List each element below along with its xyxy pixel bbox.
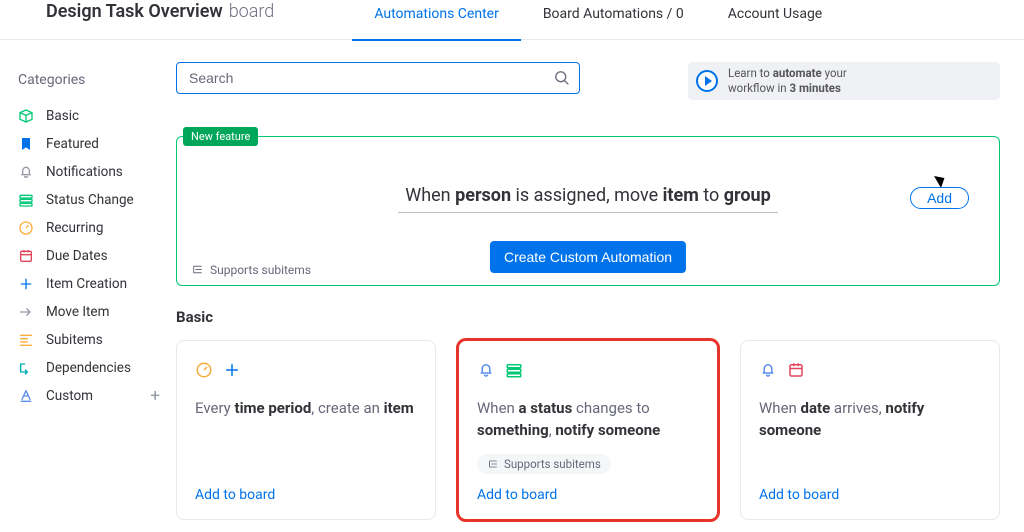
add-button[interactable]: Add	[910, 187, 969, 209]
arrow-icon	[18, 304, 34, 320]
sidebar-item-label: Basic	[46, 108, 79, 124]
add-to-board-link[interactable]: Add to board	[195, 487, 417, 503]
automation-card[interactable]: When a status changes to something, noti…	[458, 340, 718, 520]
cards-row: Every time period, create an item Add to …	[176, 340, 1000, 520]
calendar-icon	[18, 248, 34, 264]
bell-icon	[759, 361, 777, 379]
add-to-board-link[interactable]: Add to board	[477, 487, 699, 503]
topbar: Design Task Overview board Automations C…	[0, 0, 1024, 40]
sidebar-item-notifications[interactable]: Notifications	[18, 158, 168, 186]
bell-icon	[18, 164, 34, 180]
sidebar-item-status-change[interactable]: Status Change	[18, 186, 168, 214]
status-icon	[505, 361, 523, 379]
clock-icon	[195, 361, 213, 379]
plus-icon	[223, 361, 241, 379]
card-text: Every time period, create an item	[195, 397, 417, 420]
new-feature-box: New feature When person is assigned, mov…	[176, 136, 1000, 286]
plus-icon: +	[150, 386, 160, 406]
sidebar-item-label: Move Item	[46, 304, 109, 320]
sidebar-item-recurring[interactable]: Recurring	[18, 214, 168, 242]
bookmark-icon	[18, 136, 34, 152]
box-icon	[18, 108, 34, 124]
sidebar-item-label: Due Dates	[46, 248, 108, 264]
sidebar-item-label: Featured	[46, 136, 99, 152]
clock-icon	[18, 220, 34, 236]
sidebar-item-item-creation[interactable]: Item Creation	[18, 270, 168, 298]
sidebar-item-dependencies[interactable]: Dependencies	[18, 354, 168, 382]
tab-auto[interactable]: Automations Center	[352, 0, 521, 40]
sidebar-item-label: Recurring	[46, 220, 103, 236]
sidebar-item-move-item[interactable]: Move Item	[18, 298, 168, 326]
card-text: When date arrives, notify someone	[759, 397, 981, 442]
automation-card[interactable]: Every time period, create an item Add to …	[176, 340, 436, 520]
create-custom-automation-button[interactable]: Create Custom Automation	[490, 241, 686, 273]
calendar-icon	[787, 361, 805, 379]
supports-subitems-pill: Supports subitems	[477, 454, 611, 474]
sidebar-item-label: Item Creation	[46, 276, 127, 292]
page-title-suffix: board	[229, 1, 275, 22]
bell-icon	[477, 361, 495, 379]
tabs: Automations CenterBoard Automations / 0A…	[352, 0, 844, 39]
search-input[interactable]	[176, 62, 580, 94]
sidebar-item-featured[interactable]: Featured	[18, 130, 168, 158]
automation-sentence: When person is assigned, move item to gr…	[177, 185, 999, 206]
play-icon	[696, 70, 718, 92]
new-feature-badge: New feature	[183, 127, 258, 146]
page-title-bold: Design Task Overview	[46, 1, 223, 22]
sidebar-item-label: Subitems	[46, 332, 103, 348]
sidebar-item-subitems[interactable]: Subitems	[18, 326, 168, 354]
learn-automate-promo[interactable]: Learn to automate your workflow in 3 min…	[688, 62, 1000, 100]
sidebar-item-label: Status Change	[46, 192, 134, 208]
plus-icon	[18, 276, 34, 292]
page-title: Design Task Overview board	[46, 0, 274, 22]
card-text: When a status changes to something, noti…	[477, 397, 699, 442]
main: Learn to automate your workflow in 3 min…	[176, 40, 1024, 532]
add-to-board-link[interactable]: Add to board	[759, 487, 981, 503]
tab-usage[interactable]: Account Usage	[706, 0, 844, 40]
sidebar-item-basic[interactable]: Basic	[18, 102, 168, 130]
a-underline-icon	[18, 388, 34, 404]
status-icon	[18, 192, 34, 208]
sidebar-item-custom[interactable]: Custom +	[18, 382, 168, 410]
sidebar-item-label: Dependencies	[46, 360, 131, 376]
supports-subitems-label: Supports subitems	[191, 263, 311, 277]
subitems-icon	[18, 332, 34, 348]
sidebar-item-due-dates[interactable]: Due Dates	[18, 242, 168, 270]
automation-card[interactable]: When date arrives, notify someone Add to …	[740, 340, 1000, 520]
sidebar-item-label: Custom	[46, 388, 93, 404]
sidebar-title: Categories	[18, 72, 168, 88]
dependencies-icon	[18, 360, 34, 376]
tab-board[interactable]: Board Automations / 0	[521, 0, 706, 40]
promo-text: Learn to automate your workflow in 3 min…	[728, 66, 847, 96]
sidebar-item-label: Notifications	[46, 164, 123, 180]
sidebar: Categories Basic Featured Notifications Sta…	[0, 40, 176, 532]
section-basic-title: Basic	[176, 308, 1000, 326]
